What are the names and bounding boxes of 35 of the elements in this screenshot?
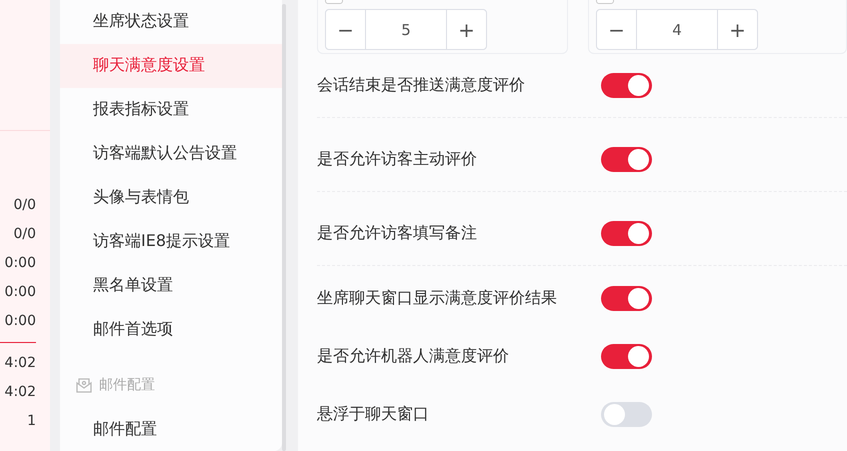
stat-value: 0:00 <box>4 312 37 331</box>
number-stepper[interactable]: − 4 + <box>596 9 758 50</box>
toggle-switch[interactable] <box>601 402 652 426</box>
toggle-switch[interactable] <box>601 344 652 368</box>
stat-value: 4:02 <box>4 354 37 373</box>
toggle-switch[interactable] <box>601 147 652 172</box>
stat-value: 0/0 <box>13 196 37 215</box>
number-stepper[interactable]: − 5 + <box>325 9 487 50</box>
sidebar-item[interactable]: 访客端默认公告设置 <box>60 132 282 176</box>
stat-value: 0:00 <box>4 283 37 302</box>
sidebar-item[interactable]: 报表指标设置 <box>60 88 282 132</box>
setting-label: 会话结束是否推送满意度评价 <box>317 75 526 96</box>
toggle-switch[interactable] <box>601 286 652 310</box>
setting-label: 是否允许访客填写备注 <box>317 223 478 244</box>
sidebar-item[interactable]: 头像与表情包 <box>60 176 282 220</box>
setting-label: 是否允许机器人满意度评价 <box>317 346 510 366</box>
sidebar-item[interactable]: 访客端IE8提示设置 <box>60 220 282 264</box>
stepper-value: 5 <box>400 20 412 40</box>
toggle-switch[interactable] <box>601 221 652 246</box>
sidebar-item[interactable]: 坐席状态设置 <box>60 0 282 44</box>
setting-label: 悬浮于聊天窗口 <box>317 404 430 424</box>
sidebar-item[interactable]: 黑名单设置 <box>60 263 282 308</box>
stat-value: 1 <box>27 412 37 431</box>
stat-value: 0/0 <box>13 225 37 244</box>
sidebar-item[interactable]: 聊天满意度设置 <box>60 44 282 88</box>
stepper-value: 4 <box>671 20 683 40</box>
sidebar-item[interactable]: 邮件首选项 <box>60 307 282 352</box>
stat-value: 0:00 <box>4 254 37 273</box>
setting-label: 是否允许访客主动评价 <box>317 149 478 170</box>
toggle-switch[interactable] <box>601 73 652 98</box>
group-title: 邮件配置 <box>99 376 155 394</box>
setting-label: 坐席聊天窗口显示满意度评价结果 <box>317 288 558 308</box>
mail-icon <box>75 376 93 394</box>
stat-value: 4:02 <box>4 383 37 402</box>
sidebar-item[interactable]: 邮件配置 <box>60 407 282 451</box>
